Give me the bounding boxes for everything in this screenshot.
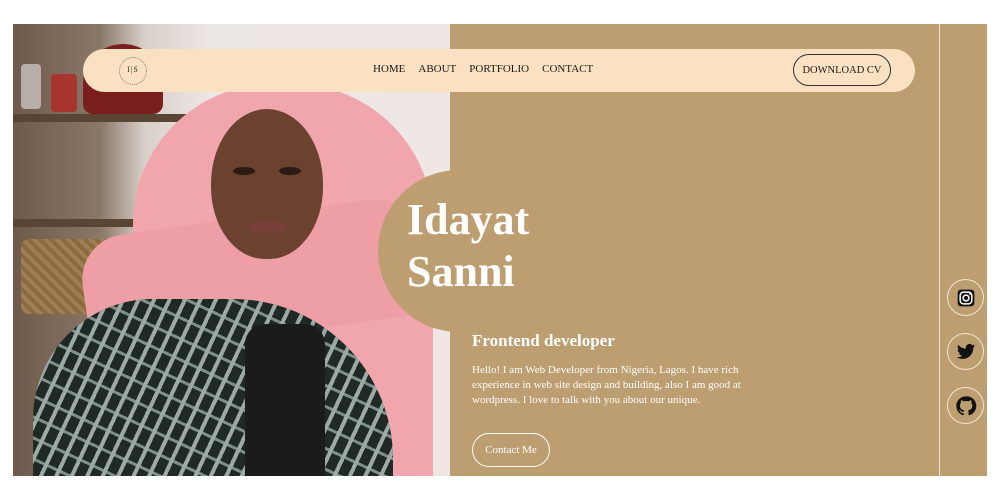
lips bbox=[249, 221, 287, 233]
black-top bbox=[245, 324, 325, 476]
first-name: Idayat bbox=[407, 195, 530, 244]
contact-me-button[interactable]: Contact Me bbox=[472, 433, 550, 467]
jar bbox=[21, 64, 41, 109]
nav-home[interactable]: HOME bbox=[373, 63, 405, 75]
navbar: I|S HOME ABOUT PORTFOLIO CONTACT DOWNLOA… bbox=[83, 49, 915, 92]
nav-links: HOME ABOUT PORTFOLIO CONTACT bbox=[373, 63, 593, 75]
nav-portfolio[interactable]: PORTFOLIO bbox=[469, 63, 529, 75]
github-link[interactable] bbox=[947, 387, 984, 424]
hero-name: Idayat Sanni bbox=[407, 194, 529, 298]
logo[interactable]: I|S bbox=[119, 57, 147, 85]
nav-contact[interactable]: CONTACT bbox=[542, 63, 593, 75]
instagram-link[interactable] bbox=[947, 279, 984, 316]
nav-about[interactable]: ABOUT bbox=[418, 63, 456, 75]
twitter-icon bbox=[956, 343, 975, 359]
side-divider bbox=[939, 24, 940, 476]
eye bbox=[233, 167, 255, 175]
github-icon bbox=[955, 395, 976, 415]
last-name: Sanni bbox=[407, 247, 515, 296]
hero-role: Frontend developer bbox=[472, 331, 615, 350]
download-cv-button[interactable]: DOWNLOAD CV bbox=[793, 54, 891, 86]
twitter-link[interactable] bbox=[947, 333, 984, 370]
hero-frame: I|S HOME ABOUT PORTFOLIO CONTACT DOWNLOA… bbox=[13, 24, 987, 476]
instagram-icon bbox=[957, 289, 974, 306]
jar bbox=[51, 74, 77, 112]
eye bbox=[279, 167, 301, 175]
patterned-shirt bbox=[33, 299, 393, 476]
hero-bio: Hello! I am Web Developer from Nigeria, … bbox=[472, 364, 741, 406]
shelf bbox=[13, 114, 203, 122]
face bbox=[211, 109, 323, 259]
